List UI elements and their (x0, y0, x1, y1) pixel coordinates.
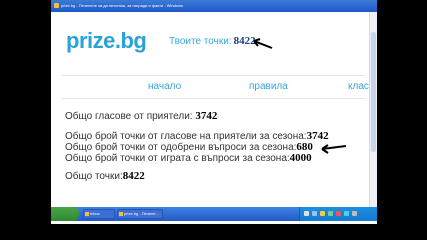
browser-screen: prize.bg - Печелене за да печелиш, за на… (51, 0, 377, 224)
stat-value: 3742 (195, 110, 218, 122)
scrollbar-thumb[interactable] (371, 32, 376, 152)
mail-icon (85, 212, 89, 216)
taskbar-task[interactable]: prize.bg - Печеле... (117, 209, 163, 219)
browser-icon (54, 3, 59, 8)
page-content: prize.bg Твоите точки: 8422 начало правил… (51, 12, 377, 212)
stat-label: Общо брой точки от играта с въпроси за с… (65, 153, 290, 164)
user-points: Твоите точки: 8422 (169, 35, 256, 47)
system-tray (299, 207, 377, 221)
stat-value: 8422 (122, 170, 145, 182)
arrow-annotation-icon (253, 38, 273, 49)
main-nav: начало правила класиране (61, 75, 377, 99)
tray-icon[interactable] (312, 211, 317, 216)
tray-icon[interactable] (336, 211, 341, 216)
tray-icon[interactable] (352, 211, 357, 216)
stat-value: 4000 (289, 152, 312, 164)
window-titlebar[interactable]: prize.bg - Печелене за да печелиш, за на… (51, 0, 377, 12)
stat-friend-votes: Общо гласове от приятели: 3742 (65, 110, 217, 122)
site-logo[interactable]: prize.bg (66, 28, 147, 54)
arrow-annotation-icon (321, 144, 347, 154)
stat-label: Общо гласове от приятели: (65, 111, 193, 122)
points-label: Твоите точки: (169, 36, 232, 47)
browser-icon (119, 212, 123, 216)
stat-label: Общо точки: (65, 171, 123, 182)
taskbar: Inbox prize.bg - Печеле... (51, 207, 377, 221)
window-title: prize.bg - Печелене за да печелиш, за на… (61, 3, 183, 8)
tray-icon[interactable] (304, 211, 309, 216)
vertical-scrollbar[interactable] (369, 12, 377, 212)
stat-quiz-game-points: Общо брой точки от играта с въпроси за с… (65, 152, 312, 164)
nav-home-link[interactable]: начало (148, 81, 181, 92)
taskbar-task[interactable]: Inbox (83, 209, 115, 219)
tray-icon[interactable] (320, 211, 325, 216)
start-button[interactable] (51, 207, 79, 221)
nav-rules-link[interactable]: правила (249, 81, 288, 92)
tray-icon[interactable] (344, 211, 349, 216)
tray-icon[interactable] (328, 211, 333, 216)
stat-total-points: Общо точки:8422 (65, 170, 145, 182)
